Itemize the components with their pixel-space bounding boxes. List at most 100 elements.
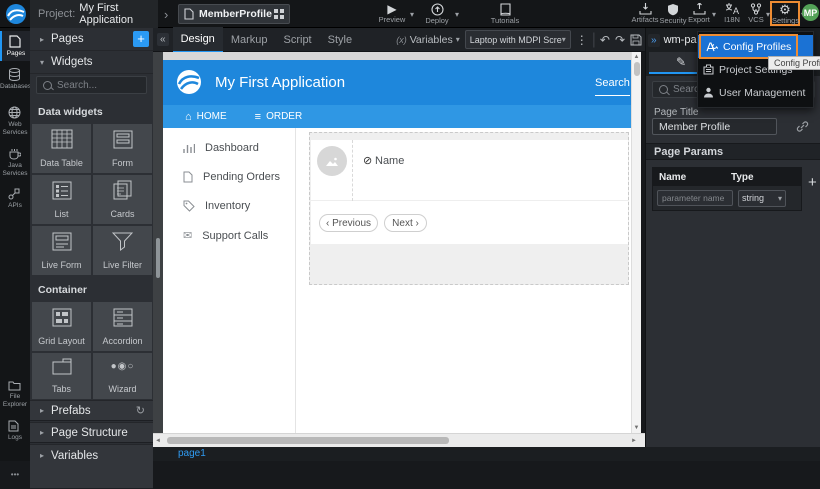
prefabs-section-header[interactable]: ▸ Prefabs ↻	[30, 400, 153, 421]
widget-list[interactable]: List	[32, 175, 91, 224]
widget-accordion[interactable]: Accordion	[93, 302, 152, 351]
tab-script[interactable]: Script	[276, 28, 320, 52]
bind-link-icon[interactable]	[796, 120, 809, 133]
refresh-icon[interactable]: ↻	[136, 404, 145, 417]
tab-markup[interactable]: Markup	[223, 28, 276, 52]
previous-button[interactable]: ‹ Previous	[319, 214, 378, 232]
param-type-select[interactable]: string ▾	[738, 190, 786, 207]
widget-label: Tabs	[52, 384, 71, 394]
data-widgets-label: Data widgets	[38, 106, 103, 118]
nav-home[interactable]: ⌂ HOME	[185, 111, 227, 123]
preview-chevron-icon[interactable]: ▾	[410, 10, 414, 19]
caret-right-icon: ▸	[40, 35, 44, 44]
param-name-input[interactable]	[657, 190, 733, 206]
tutorials-button[interactable]: Tutorials	[485, 3, 525, 25]
tab-design[interactable]: Design	[173, 27, 223, 53]
widget-search[interactable]: Search...	[36, 76, 147, 94]
app-search-link[interactable]: Search	[595, 77, 630, 96]
next-button[interactable]: Next ›	[384, 214, 427, 232]
device-select[interactable]: Laptop with MDPI Screen ▾	[465, 30, 571, 49]
canvas-vertical-scrollbar[interactable]: ▲ ▼	[631, 52, 641, 433]
nav-home-label: HOME	[197, 111, 227, 122]
widget-form[interactable]: Form	[93, 124, 152, 173]
deploy-button[interactable]: Deploy	[420, 3, 454, 25]
variables-label: Variables	[51, 450, 98, 462]
widget-data-table[interactable]: Data Table	[32, 124, 91, 173]
sidebar-item-apis[interactable]: APIs	[0, 188, 30, 210]
hscroll-thumb[interactable]	[167, 437, 449, 444]
menu-item-user-management[interactable]: User Management	[698, 81, 813, 104]
add-param-button[interactable]: +	[808, 174, 817, 191]
widget-label: Accordion	[102, 336, 142, 346]
menu-item-dashboard[interactable]: Dashboard	[183, 142, 259, 154]
project-breadcrumb[interactable]: Project: My First Application	[30, 0, 158, 28]
widget-tabs[interactable]: Tabs	[32, 353, 91, 399]
sidebar-item-web-services[interactable]: Web Services	[0, 106, 30, 137]
export-button[interactable]: Export	[684, 3, 714, 24]
pages-section-header[interactable]: ▸ Pages +	[30, 28, 153, 51]
settings-button[interactable]: ⚙ Settings	[770, 1, 800, 26]
page-grid-icon[interactable]	[274, 9, 284, 19]
ruler-scroll-thumb[interactable]	[156, 238, 160, 278]
canvas-margin	[163, 52, 631, 60]
tab-label: Script	[284, 34, 312, 46]
page-structure-section-header[interactable]: ▸ Page Structure	[30, 422, 153, 443]
sidebar-item-databases[interactable]: Databases	[0, 68, 30, 91]
add-page-button[interactable]: +	[133, 31, 149, 47]
deploy-chevron-icon[interactable]: ▾	[455, 10, 459, 19]
widgets-section-header[interactable]: ▾ Widgets	[30, 51, 153, 74]
menu-item-config-profiles[interactable]: Config Profiles	[698, 35, 813, 58]
widget-cards[interactable]: Cards	[93, 175, 152, 224]
scroll-down-icon[interactable]: ▼	[632, 425, 641, 431]
more-menu-button[interactable]: •••	[0, 470, 30, 479]
widget-wizard[interactable]: ●◉○ Wizard	[93, 353, 152, 399]
sidebar-item-pages[interactable]: Pages	[0, 31, 30, 61]
sidebar-item-java-services[interactable]: Java Services	[0, 148, 30, 178]
widget-grid-layout[interactable]: Grid Layout	[32, 302, 91, 351]
caret-down-icon: ▾	[40, 58, 44, 67]
sidebar-item-logs[interactable]: Logs	[0, 420, 30, 442]
widget-live-form[interactable]: Live Form	[32, 226, 91, 275]
app-header[interactable]: My First Application Search	[163, 60, 631, 105]
collapse-panel-icon[interactable]: «	[157, 33, 169, 46]
list-widget-container[interactable]: ⊘ Name ‹ Previous Next ›	[309, 132, 629, 285]
page-title-input[interactable]	[652, 118, 777, 135]
kebab-menu-icon[interactable]: ⋮	[576, 33, 588, 47]
sidebar-item-file-explorer[interactable]: File Explorer	[0, 380, 30, 409]
tab-style[interactable]: Style	[320, 28, 360, 52]
vcs-button[interactable]: VCS	[744, 3, 768, 24]
bind-icon: ⊘	[363, 154, 372, 167]
canvas-horizontal-scrollbar[interactable]: ◄ ►	[153, 433, 645, 447]
menu-item-support-calls[interactable]: ✉ Support Calls	[183, 229, 268, 242]
scroll-up-icon[interactable]: ▲	[632, 54, 641, 60]
name-field-label[interactable]: Name	[375, 155, 404, 167]
nav-order[interactable]: ≡ ORDER	[255, 111, 303, 123]
vscroll-thumb[interactable]	[634, 62, 640, 76]
undo-icon[interactable]: ↶	[600, 33, 610, 47]
breadcrumb-chevron-icon: ›	[164, 7, 168, 22]
preview-button[interactable]: ▶ Preview	[375, 3, 409, 24]
variables-section-header[interactable]: ▸ Variables	[30, 444, 153, 489]
i18n-button[interactable]: A I18N	[718, 3, 746, 24]
menu-item-inventory[interactable]: Inventory	[183, 200, 250, 212]
menu-item-pending-orders[interactable]: Pending Orders	[183, 171, 280, 183]
widget-live-filter[interactable]: Live Filter	[93, 226, 152, 275]
export-chevron-icon[interactable]: ▾	[712, 10, 716, 19]
editor-toolbar: « Design Markup Script Style (x) Variabl…	[153, 28, 645, 52]
image-icon	[325, 156, 339, 167]
avatar-placeholder[interactable]	[317, 146, 347, 176]
tab-page1[interactable]: page1	[178, 448, 206, 459]
list-item[interactable]: ⊘ Name	[311, 140, 628, 201]
scroll-right-icon[interactable]: ►	[631, 438, 637, 444]
scroll-left-icon[interactable]: ◄	[155, 438, 161, 444]
expand-panel-icon[interactable]: »	[648, 34, 660, 47]
nav-order-label: ORDER	[266, 111, 302, 122]
redo-icon[interactable]: ↷	[615, 33, 625, 47]
save-icon[interactable]	[630, 34, 642, 46]
search-icon	[659, 85, 668, 94]
vcs-label: VCS	[744, 15, 768, 24]
variables-dropdown[interactable]: (x) Variables ▾	[396, 34, 460, 46]
user-avatar[interactable]: MP	[802, 4, 819, 21]
page-selector[interactable]: MemberProfile	[178, 4, 290, 24]
page-params-header[interactable]: Page Params	[646, 143, 820, 160]
